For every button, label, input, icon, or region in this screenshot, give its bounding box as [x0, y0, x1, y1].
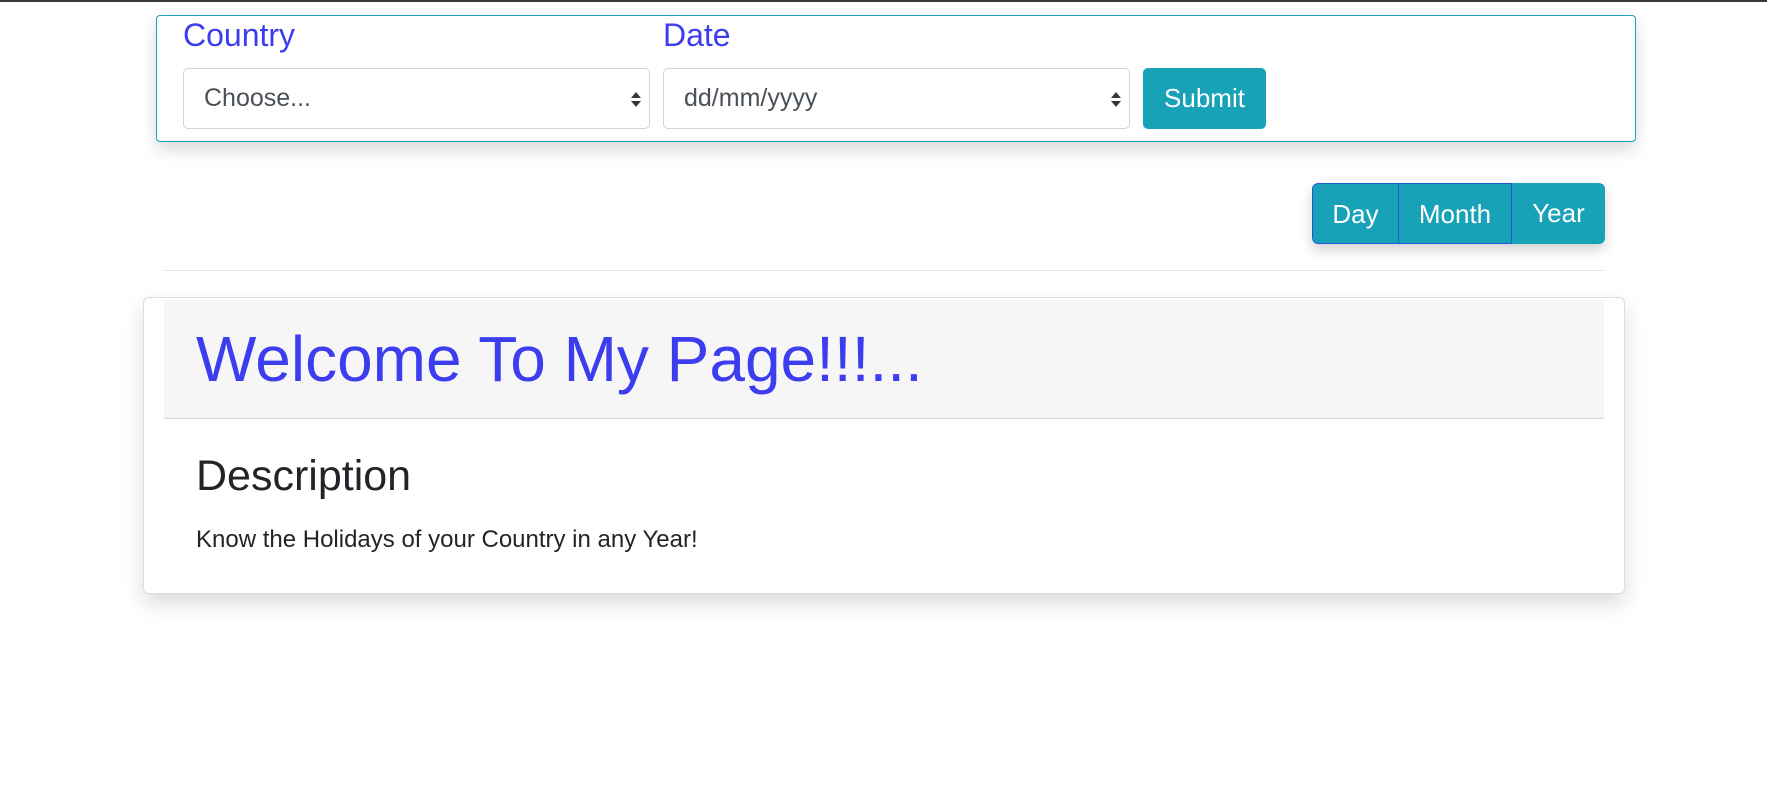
date-label: Date [663, 17, 731, 53]
search-form: Country Choose... Date dd/mm/yyyy Submit [156, 15, 1636, 142]
welcome-card: Welcome To My Page!!!... Description Kno… [143, 297, 1625, 594]
date-select[interactable]: dd/mm/yyyy [663, 68, 1130, 129]
day-button[interactable]: Day [1312, 183, 1399, 244]
period-toggle-group: Day Month Year [1312, 183, 1605, 244]
year-button[interactable]: Year [1512, 183, 1605, 244]
country-label: Country [183, 17, 296, 53]
description-text: Know the Holidays of your Country in any… [196, 526, 698, 553]
date-select-value: dd/mm/yyyy [684, 84, 818, 112]
description-heading: Description [196, 452, 412, 500]
card-header: Welcome To My Page!!!... [164, 300, 1604, 419]
country-select[interactable]: Choose... [183, 68, 650, 129]
country-select-value: Choose... [204, 84, 312, 112]
divider [163, 270, 1605, 271]
month-button[interactable]: Month [1399, 183, 1512, 244]
page-title: Welcome To My Page!!!... [196, 323, 923, 395]
top-border-line [0, 0, 1767, 2]
submit-button[interactable]: Submit [1143, 68, 1266, 129]
